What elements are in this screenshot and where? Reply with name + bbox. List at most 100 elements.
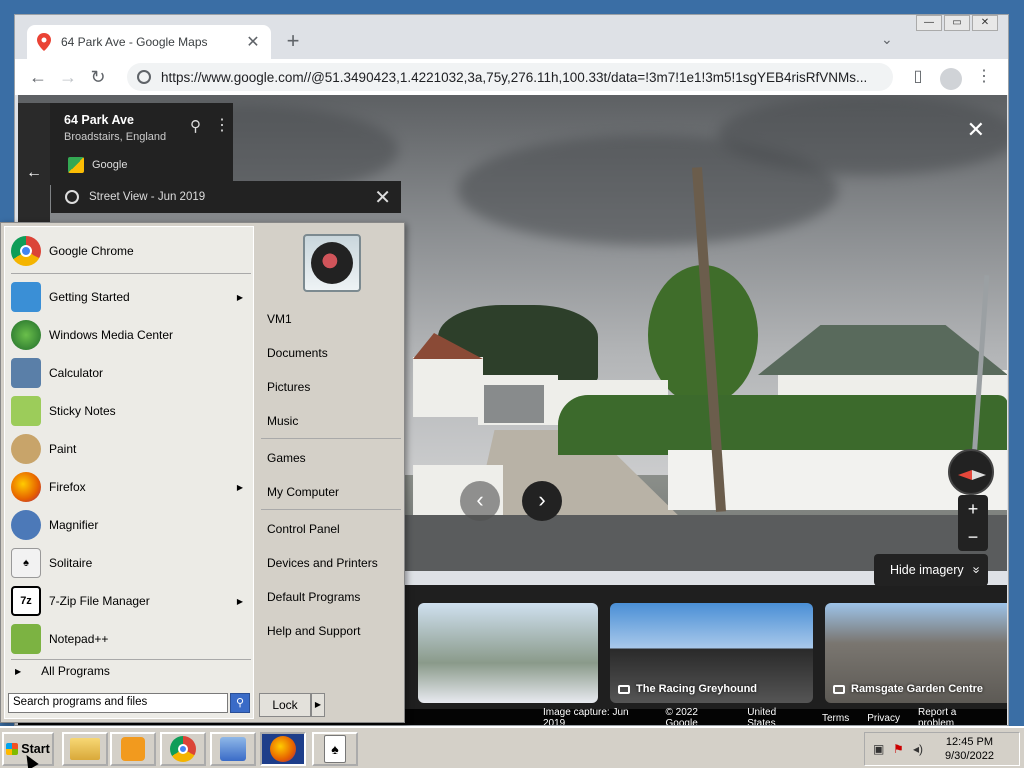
zoom-in-button[interactable]: + bbox=[958, 495, 988, 523]
start-link-control-panel[interactable]: Control Panel bbox=[267, 522, 340, 536]
minimize-button[interactable]: — bbox=[916, 15, 942, 31]
search-icon[interactable]: ⚲ bbox=[230, 693, 250, 713]
region-link[interactable]: United States bbox=[747, 707, 804, 725]
tab-close-button[interactable]: ✕ bbox=[245, 32, 261, 52]
start-link-pictures[interactable]: Pictures bbox=[267, 380, 310, 394]
start-item-7-zip[interactable]: 7z 7-Zip File Manager ▶ bbox=[11, 583, 251, 619]
start-item-google-chrome[interactable]: Google Chrome bbox=[11, 233, 251, 269]
getting-started-icon bbox=[11, 282, 41, 312]
tab-google-maps[interactable]: 64 Park Ave - Google Maps ✕ bbox=[27, 25, 271, 59]
zoom-out-button[interactable]: − bbox=[958, 523, 988, 551]
start-item-label: Calculator bbox=[49, 366, 104, 380]
shutdown-options-arrow[interactable]: ▶ bbox=[311, 693, 325, 717]
system-tray: ▣ ⚑ ◂) 12:45 PM 9/30/2022 bbox=[864, 732, 1020, 766]
chrome-icon bbox=[11, 236, 41, 266]
toolbar-right: ▯ ⋮ bbox=[906, 63, 996, 91]
address-bar[interactable]: https://www.google.com//@51.3490423,1.42… bbox=[127, 63, 893, 91]
taskbar-media-player[interactable] bbox=[110, 732, 156, 766]
start-item-solitaire[interactable]: ♠ Solitaire bbox=[11, 545, 251, 581]
start-item-firefox[interactable]: Firefox ▶ bbox=[11, 469, 251, 505]
all-programs-arrow-icon: ▶ bbox=[15, 666, 22, 676]
compass-icon[interactable] bbox=[948, 449, 994, 495]
side-panel-icon[interactable]: ▯ bbox=[906, 63, 930, 91]
prev-photo-button[interactable]: ‹ bbox=[460, 481, 500, 521]
photo-thumbnail[interactable]: Ramsgate Garden Centre bbox=[825, 603, 1007, 703]
street-view-bar-close[interactable]: ✕ bbox=[374, 185, 391, 210]
taskbar-chrome[interactable] bbox=[160, 732, 206, 766]
explorer-icon bbox=[70, 738, 100, 760]
tab-search-button[interactable]: ⌄ bbox=[881, 31, 893, 48]
firefox-icon bbox=[270, 736, 296, 762]
start-item-label: Getting Started bbox=[49, 290, 130, 304]
photo-thumbnail[interactable] bbox=[418, 603, 598, 703]
back-button[interactable]: ← bbox=[23, 62, 53, 92]
start-item-calculator[interactable]: Calculator bbox=[11, 355, 251, 391]
zoom-control: + − bbox=[958, 495, 988, 551]
start-item-getting-started[interactable]: Getting Started ▶ bbox=[11, 279, 251, 315]
taskbar-firefox[interactable] bbox=[260, 732, 306, 766]
start-link-devices-printers[interactable]: Devices and Printers bbox=[267, 556, 378, 570]
start-link-documents[interactable]: Documents bbox=[267, 346, 328, 360]
action-center-icon[interactable]: ⚑ bbox=[893, 742, 907, 756]
close-street-view-button[interactable]: ✕ bbox=[967, 117, 985, 143]
start-item-paint[interactable]: Paint bbox=[11, 431, 251, 467]
media-center-icon bbox=[11, 320, 41, 350]
taskbar-solitaire[interactable]: ♠ bbox=[312, 732, 358, 766]
start-link-help-support[interactable]: Help and Support bbox=[267, 624, 360, 638]
start-item-magnifier[interactable]: Magnifier bbox=[11, 507, 251, 543]
sticky-notes-icon bbox=[11, 396, 41, 426]
start-link-my-computer[interactable]: My Computer bbox=[267, 485, 339, 499]
start-item-label: Solitaire bbox=[49, 556, 93, 570]
divider bbox=[261, 438, 401, 439]
street-view-date-bar[interactable]: Street View - Jun 2019 ✕ bbox=[51, 181, 401, 213]
start-item-sticky-notes[interactable]: Sticky Notes bbox=[11, 393, 251, 429]
history-clock-icon[interactable] bbox=[65, 190, 79, 204]
start-link-default-programs[interactable]: Default Programs bbox=[267, 590, 360, 604]
network-icon[interactable]: ▣ bbox=[873, 742, 887, 756]
start-menu-places: VM1 Documents Pictures Music Games My Co… bbox=[257, 226, 403, 719]
start-item-windows-media-center[interactable]: Windows Media Center bbox=[11, 317, 251, 353]
new-tab-button[interactable]: + bbox=[281, 29, 305, 53]
report-problem-link[interactable]: Report a problem bbox=[918, 707, 991, 725]
windows-flag-icon bbox=[6, 743, 19, 755]
garage-door bbox=[484, 385, 544, 423]
all-programs-button[interactable]: ▶ All Programs bbox=[15, 664, 110, 678]
start-item-label: 7-Zip File Manager bbox=[49, 594, 150, 608]
chrome-menu-icon[interactable]: ⋮ bbox=[972, 63, 996, 91]
hide-imagery-button[interactable]: Hide imagery » bbox=[874, 554, 988, 586]
copyright-text: © 2022 Google bbox=[665, 707, 698, 726]
more-options-icon[interactable]: ⋮ bbox=[214, 115, 230, 135]
volume-icon[interactable]: ◂) bbox=[913, 742, 927, 756]
hedge bbox=[558, 395, 1007, 455]
taskbar-control-panel[interactable] bbox=[210, 732, 256, 766]
user-picture[interactable] bbox=[303, 234, 361, 292]
chevron-down-icon: » bbox=[969, 566, 984, 574]
start-search-input[interactable]: Search programs and files bbox=[8, 693, 228, 713]
site-info-icon[interactable] bbox=[137, 70, 151, 84]
start-item-notepad-plus-plus[interactable]: Notepad++ bbox=[11, 621, 251, 657]
photo-thumbnail[interactable]: The Racing Greyhound bbox=[610, 603, 813, 703]
lock-button[interactable]: Lock bbox=[259, 693, 311, 717]
turntable-icon bbox=[311, 242, 353, 284]
start-link-games[interactable]: Games bbox=[267, 451, 306, 465]
privacy-link[interactable]: Privacy bbox=[867, 713, 900, 724]
taskbar: Start ♠ ▣ ⚑ ◂) 12:45 PM 9/30/2022 bbox=[0, 726, 1024, 768]
terms-link[interactable]: Terms bbox=[822, 713, 849, 724]
start-link-vm1[interactable]: VM1 bbox=[267, 312, 292, 326]
all-programs-label: All Programs bbox=[41, 664, 110, 678]
forward-button[interactable]: → bbox=[53, 62, 83, 92]
location-pin-icon[interactable]: ⚲ bbox=[190, 117, 201, 135]
profile-avatar[interactable] bbox=[940, 67, 962, 90]
next-photo-button[interactable]: › bbox=[522, 481, 562, 521]
maximize-button[interactable]: ▭ bbox=[944, 15, 970, 31]
clock-time: 12:45 PM bbox=[945, 736, 994, 748]
clock[interactable]: 12:45 PM 9/30/2022 bbox=[945, 735, 994, 763]
solitaire-icon: ♠ bbox=[324, 735, 346, 763]
reload-button[interactable]: ↻ bbox=[83, 62, 113, 92]
window-close-button[interactable]: ✕ bbox=[972, 15, 998, 31]
taskbar-explorer[interactable] bbox=[62, 732, 108, 766]
camera-icon bbox=[618, 684, 630, 694]
start-link-music[interactable]: Music bbox=[267, 414, 298, 428]
start-item-label: Paint bbox=[49, 442, 77, 456]
hide-imagery-label: Hide imagery bbox=[890, 563, 964, 577]
